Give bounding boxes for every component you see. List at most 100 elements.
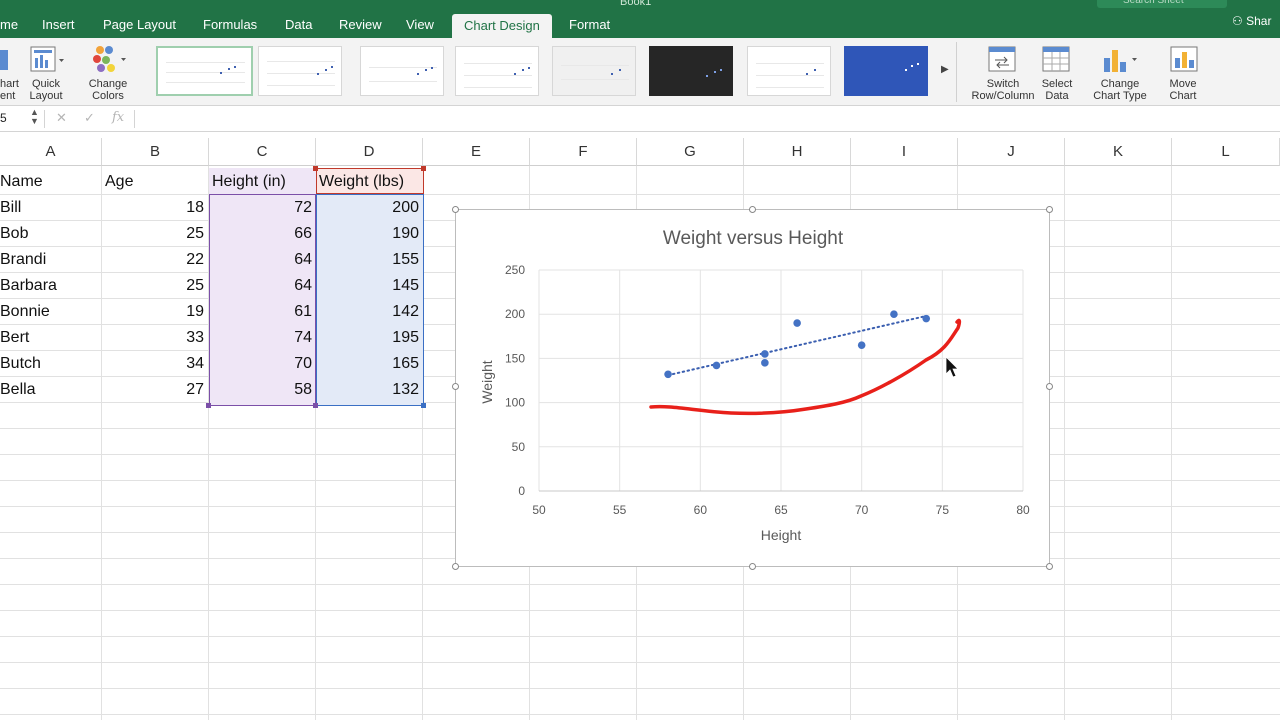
data-point[interactable]	[712, 361, 721, 370]
resize-handle[interactable]	[452, 383, 459, 390]
cell-age[interactable]: 19	[102, 299, 208, 325]
chart-style-3[interactable]	[360, 46, 444, 96]
cell-age[interactable]: 25	[102, 221, 208, 247]
cell-age[interactable]: 25	[102, 273, 208, 299]
cell-name[interactable]: Brandi	[0, 247, 100, 273]
cell-height[interactable]: 64	[209, 273, 316, 299]
cell-weight[interactable]: 142	[316, 299, 423, 325]
chart-style-8[interactable]	[844, 46, 928, 96]
tab-review[interactable]: Review	[339, 13, 382, 37]
name-box[interactable]: 5	[0, 111, 7, 125]
tab-chart-design[interactable]: Chart Design	[452, 14, 552, 38]
tab-home[interactable]: me	[0, 13, 18, 37]
chart-style-4[interactable]	[455, 46, 539, 96]
column-header-k[interactable]: K	[1065, 138, 1172, 166]
range-handle[interactable]	[313, 403, 318, 408]
resize-handle[interactable]	[1046, 563, 1053, 570]
column-header-b[interactable]: B	[102, 138, 209, 166]
cell-height[interactable]: 58	[209, 377, 316, 403]
range-handle[interactable]	[206, 403, 211, 408]
cell-age[interactable]: 33	[102, 325, 208, 351]
range-handle[interactable]	[421, 403, 426, 408]
change-chart-type-icon[interactable]	[1102, 46, 1142, 79]
cell-height[interactable]: 72	[209, 195, 316, 221]
add-chart-element-button[interactable]: hart ent	[0, 78, 20, 102]
column-header-f[interactable]: F	[530, 138, 637, 166]
data-point[interactable]	[761, 359, 769, 367]
data-point[interactable]	[664, 370, 672, 379]
add-chart-element-icon[interactable]	[0, 48, 10, 72]
resize-handle[interactable]	[749, 563, 756, 570]
cell-weight[interactable]: 190	[316, 221, 423, 247]
chart-area[interactable]: 0 50 100 150 200 250 50 55 60 65 70 75 80 Weight ver…	[452, 206, 1053, 570]
column-header-e[interactable]: E	[423, 138, 530, 166]
formula-input[interactable]	[140, 109, 1270, 129]
move-chart-icon[interactable]	[1170, 46, 1200, 79]
cell-weight[interactable]: 145	[316, 273, 423, 299]
data-point[interactable]	[922, 314, 930, 323]
tab-formulas[interactable]: Formulas	[203, 13, 257, 37]
cell-weight[interactable]: 132	[316, 377, 423, 403]
cell-weight[interactable]: 155	[316, 247, 423, 273]
cell-weight[interactable]: 200	[316, 195, 423, 221]
cell-name[interactable]: Bonnie	[0, 299, 100, 325]
tab-data[interactable]: Data	[285, 13, 312, 37]
resize-handle[interactable]	[452, 206, 459, 213]
cell-weight[interactable]: 195	[316, 325, 423, 351]
cell-height[interactable]: 74	[209, 325, 316, 351]
cell-height[interactable]: 61	[209, 299, 316, 325]
chart-style-7[interactable]	[747, 46, 831, 96]
column-header-i[interactable]: I	[851, 138, 958, 166]
share-button[interactable]: ⚇ Shar	[1232, 14, 1271, 28]
quick-layout-icon[interactable]	[30, 46, 66, 79]
change-chart-type-button[interactable]: Change Chart Type	[1090, 78, 1150, 102]
cell-age[interactable]: 27	[102, 377, 208, 403]
cell-name[interactable]: Bill	[0, 195, 100, 221]
column-header-l[interactable]: L	[1172, 138, 1280, 166]
cell-height[interactable]: 70	[209, 351, 316, 377]
tab-insert[interactable]: Insert	[42, 13, 75, 37]
header-cell-age[interactable]: Age	[105, 169, 205, 195]
data-point[interactable]	[761, 350, 769, 358]
quick-layout-button[interactable]: Quick Layout	[25, 78, 67, 102]
resize-handle[interactable]	[1046, 206, 1053, 213]
change-colors-button[interactable]: Change Colors	[86, 78, 130, 102]
cell-age[interactable]: 22	[102, 247, 208, 273]
header-cell-name[interactable]: Name	[0, 169, 100, 195]
column-header-h[interactable]: H	[744, 138, 851, 166]
data-point[interactable]	[890, 310, 898, 318]
column-header-d[interactable]: D	[316, 138, 423, 166]
range-handle[interactable]	[421, 166, 426, 171]
switch-row-column-button[interactable]: Switch Row/Column	[968, 78, 1038, 102]
cell-height[interactable]: 66	[209, 221, 316, 247]
data-point[interactable]	[857, 341, 866, 349]
header-cell-weight[interactable]: Weight (lbs)	[319, 169, 421, 195]
search-input[interactable]: Search Sheet	[1097, 0, 1227, 8]
chart-style-5[interactable]	[552, 46, 636, 96]
stepper-icon[interactable]: ▲ ▼	[30, 108, 39, 126]
chevron-right-icon[interactable]: ▶	[941, 64, 949, 75]
resize-handle[interactable]	[1046, 383, 1053, 390]
resize-handle[interactable]	[452, 563, 459, 570]
cell-height[interactable]: 64	[209, 247, 316, 273]
y-axis-title[interactable]: Weight	[479, 360, 495, 403]
column-header-c[interactable]: C	[209, 138, 316, 166]
check-icon[interactable]: ✓	[84, 110, 95, 126]
chart-style-2[interactable]	[258, 46, 342, 96]
chart-style-6[interactable]	[649, 46, 733, 96]
data-point[interactable]	[793, 319, 801, 327]
cell-name[interactable]: Bella	[0, 377, 100, 403]
move-chart-button[interactable]: Move Chart	[1162, 78, 1204, 102]
chart-title[interactable]: Weight versus Height	[663, 228, 844, 249]
palette-icon[interactable]	[92, 44, 128, 79]
tab-format[interactable]: Format	[569, 13, 610, 37]
select-data-icon[interactable]	[1042, 46, 1072, 79]
resize-handle[interactable]	[749, 206, 756, 213]
tab-page-layout[interactable]: Page Layout	[103, 13, 176, 37]
x-axis-title[interactable]: Height	[761, 527, 802, 543]
column-header-j[interactable]: J	[958, 138, 1065, 166]
cell-name[interactable]: Bert	[0, 325, 100, 351]
cell-weight[interactable]: 165	[316, 351, 423, 377]
function-icon[interactable]: fx	[112, 110, 124, 125]
cell-name[interactable]: Butch	[0, 351, 100, 377]
